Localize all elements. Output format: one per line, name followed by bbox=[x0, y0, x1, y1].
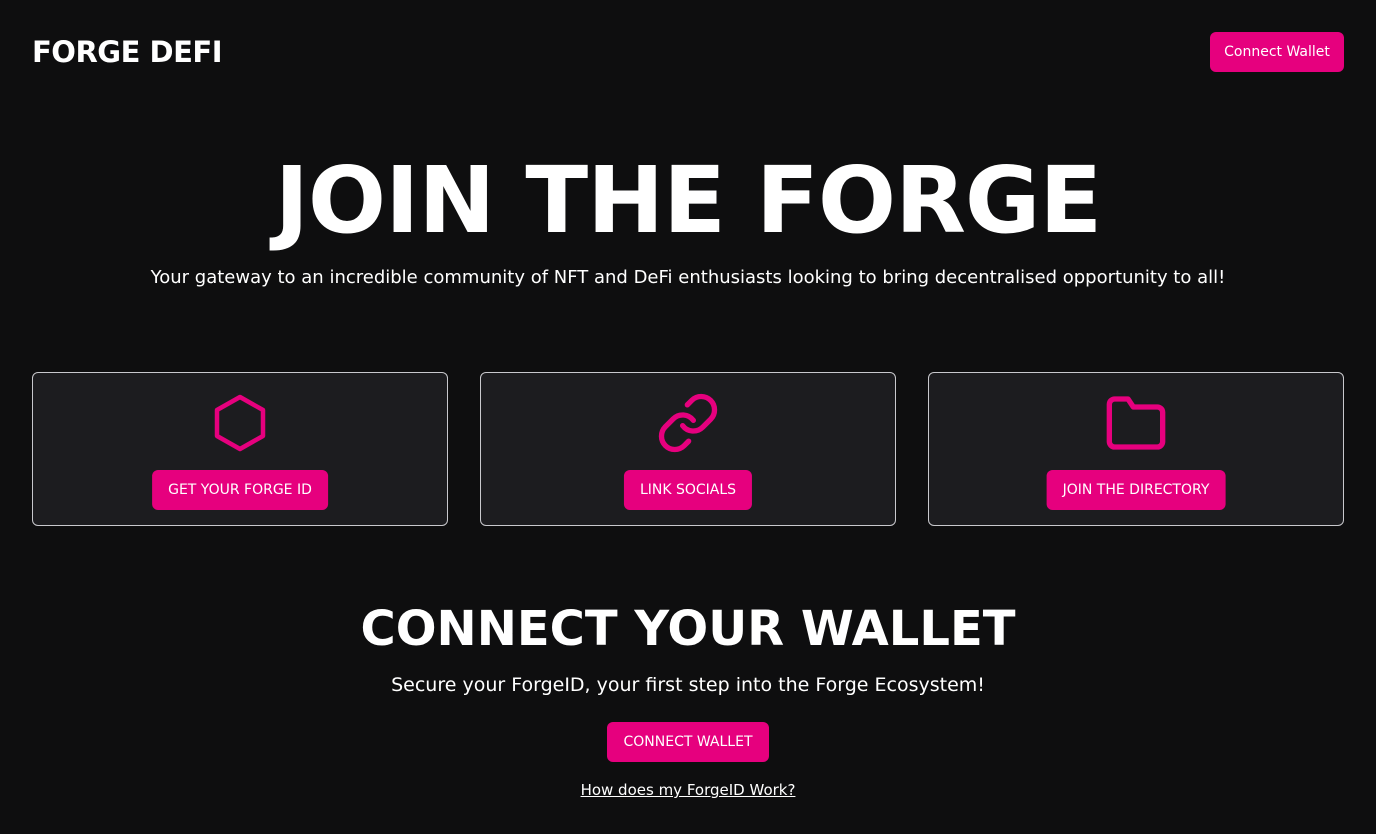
card-forge-id: GET YOUR FORGE ID bbox=[32, 372, 448, 526]
feature-cards: GET YOUR FORGE ID LINK SOCIALS JOIN THE … bbox=[32, 372, 1344, 526]
help-link-container: How does my ForgeID Work? bbox=[0, 779, 1376, 801]
wallet-section-title: CONNECT YOUR WALLET bbox=[360, 601, 1016, 657]
hero-title: JOIN THE FORGE bbox=[274, 147, 1103, 254]
site-logo[interactable]: FORGE DEFI bbox=[32, 33, 223, 71]
card-directory: JOIN THE DIRECTORY bbox=[928, 372, 1344, 526]
header-connect-wallet-button[interactable]: Connect Wallet bbox=[1210, 32, 1344, 72]
card-link-socials: LINK SOCIALS bbox=[480, 372, 896, 526]
join-directory-button[interactable]: JOIN THE DIRECTORY bbox=[1046, 470, 1226, 510]
link-icon bbox=[656, 391, 720, 455]
get-forge-id-button[interactable]: GET YOUR FORGE ID bbox=[152, 470, 328, 510]
link-socials-button[interactable]: LINK SOCIALS bbox=[623, 470, 753, 510]
how-forgeid-works-link[interactable]: How does my ForgeID Work? bbox=[581, 781, 796, 799]
folder-icon bbox=[1104, 391, 1168, 455]
connect-wallet-button[interactable]: CONNECT WALLET bbox=[607, 722, 769, 762]
wallet-section-subtitle: Secure your ForgeID, your first step int… bbox=[391, 674, 985, 696]
page: FORGE DEFI Connect Wallet JOIN THE FORGE… bbox=[0, 0, 1376, 834]
hexagon-icon bbox=[208, 391, 272, 455]
hero-subtitle: Your gateway to an incredible community … bbox=[150, 267, 1226, 288]
